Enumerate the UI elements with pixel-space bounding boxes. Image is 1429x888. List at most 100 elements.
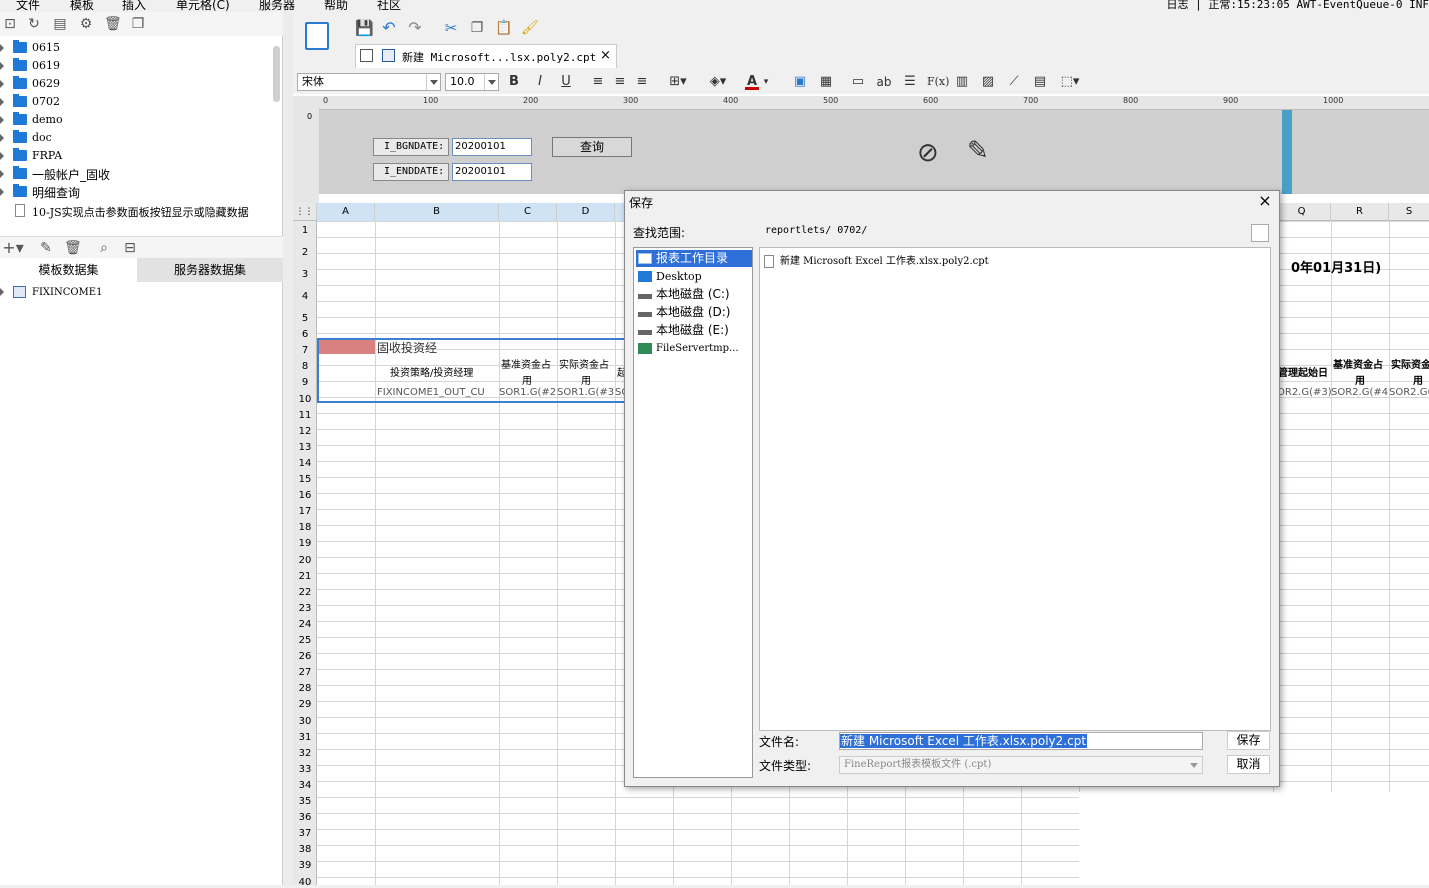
- place-drive-e[interactable]: 本地磁盘 (E:): [636, 322, 752, 339]
- row-number[interactable]: 5: [293, 313, 317, 324]
- copy-icon[interactable]: ❐: [469, 20, 485, 36]
- float-element-icon[interactable]: ⬚▾: [1057, 74, 1083, 90]
- template-icon[interactable]: ▤: [52, 16, 68, 32]
- expand-arrow-icon[interactable]: [0, 79, 6, 89]
- new-folder-icon[interactable]: [1251, 224, 1269, 242]
- panel-splitter[interactable]: [283, 12, 293, 885]
- font-family-select[interactable]: 宋体: [297, 73, 441, 91]
- row-number[interactable]: 6: [293, 329, 317, 340]
- font-size-select[interactable]: 10.0: [445, 73, 499, 91]
- column-b[interactable]: B: [375, 203, 499, 221]
- format-painter-icon[interactable]: 🖌: [521, 20, 539, 36]
- expand-arrow-icon[interactable]: [0, 115, 6, 125]
- align-right-icon[interactable]: ≡: [633, 74, 651, 90]
- cancel-button[interactable]: 取消: [1227, 755, 1270, 774]
- template-tab[interactable]: 新建 Microsoft...lsx.poly2.cpt ×: [355, 44, 617, 68]
- row-number[interactable]: 18: [293, 522, 317, 533]
- undo-icon[interactable]: ↶: [381, 20, 397, 36]
- query-button[interactable]: 查询: [552, 137, 632, 157]
- tree-item[interactable]: 0702: [0, 93, 272, 111]
- menu-server[interactable]: 服务器: [259, 0, 295, 12]
- italic-button[interactable]: I: [531, 74, 549, 90]
- paste-icon[interactable]: 📋: [495, 20, 512, 36]
- add-dataset-icon[interactable]: +▾: [2, 240, 24, 256]
- border-icon[interactable]: ⊞▾: [665, 74, 691, 90]
- expand-arrow-icon[interactable]: [0, 187, 6, 197]
- menu-cell[interactable]: 单元格(C): [176, 0, 230, 12]
- place-drive-d[interactable]: 本地磁盘 (D:): [636, 304, 752, 321]
- row-number[interactable]: 16: [293, 490, 317, 501]
- row-number[interactable]: 15: [293, 474, 317, 485]
- enddate-input[interactable]: 20200101: [452, 163, 532, 181]
- redo-icon[interactable]: ↷: [407, 20, 423, 36]
- filetype-select[interactable]: FineReport报表模板文件 (.cpt): [839, 756, 1203, 774]
- save-icon[interactable]: 💾: [355, 20, 374, 36]
- expand-arrow-icon[interactable]: [0, 151, 6, 161]
- row-number[interactable]: 9: [293, 377, 317, 388]
- image-icon[interactable]: ▨: [979, 74, 997, 90]
- chevron-down-icon[interactable]: ▾: [761, 74, 771, 90]
- tree-item[interactable]: 0619: [0, 57, 272, 75]
- row-number[interactable]: 39: [293, 860, 317, 871]
- tab-template-dataset[interactable]: 模板数据集: [0, 258, 137, 282]
- expand-arrow-icon[interactable]: [0, 169, 6, 179]
- bold-button[interactable]: B: [505, 74, 523, 90]
- underline-button[interactable]: U: [557, 74, 575, 90]
- row-number[interactable]: 10: [293, 394, 317, 405]
- expand-arrow-icon[interactable]: [0, 133, 6, 143]
- row-number[interactable]: 29: [293, 699, 317, 710]
- dataset-item[interactable]: FIXINCOME1: [0, 284, 283, 302]
- cell-r9[interactable]: SOR2.G(#4): [1331, 387, 1389, 398]
- tree-item[interactable]: demo: [0, 111, 272, 129]
- font-color-button[interactable]: A: [745, 74, 759, 90]
- menu-template[interactable]: 模板: [70, 0, 94, 12]
- place-desktop[interactable]: Desktop: [636, 268, 752, 285]
- row-number[interactable]: 24: [293, 619, 317, 630]
- row-number[interactable]: 11: [293, 410, 317, 421]
- align-center-icon[interactable]: ≡: [611, 74, 629, 90]
- row-number[interactable]: 40: [293, 877, 317, 888]
- row-number[interactable]: 2: [293, 247, 317, 258]
- expand-arrow-icon[interactable]: [0, 288, 4, 296]
- column-s[interactable]: S: [1389, 203, 1429, 221]
- paragraph-icon[interactable]: ☰: [901, 74, 919, 90]
- close-tab-icon[interactable]: ×: [600, 48, 611, 63]
- tree-item[interactable]: FRPA: [0, 147, 272, 165]
- tree-item[interactable]: 明细查询: [0, 183, 272, 201]
- row-number[interactable]: 28: [293, 683, 317, 694]
- column-d[interactable]: D: [557, 203, 615, 221]
- text-field-icon[interactable]: ▭: [849, 74, 867, 90]
- row-number[interactable]: 36: [293, 812, 317, 823]
- tree-scrollbar[interactable]: [273, 46, 280, 102]
- preview-icon[interactable]: ⌕: [96, 240, 112, 256]
- eye-off-icon[interactable]: ⊘: [917, 138, 939, 168]
- new-folder-icon[interactable]: ⊡: [2, 16, 18, 32]
- row-number[interactable]: 35: [293, 796, 317, 807]
- column-c[interactable]: C: [499, 203, 557, 221]
- close-icon[interactable]: ×: [1257, 193, 1273, 210]
- delete-icon[interactable]: 🗑: [104, 16, 122, 32]
- cell-s9[interactable]: SOR2.G(: [1389, 387, 1429, 398]
- row-number[interactable]: 19: [293, 538, 317, 549]
- expand-arrow-icon[interactable]: [0, 97, 6, 107]
- row-number[interactable]: 23: [293, 603, 317, 614]
- row-number[interactable]: 31: [293, 732, 317, 743]
- copy-icon[interactable]: ❐: [130, 16, 146, 32]
- menu-file[interactable]: 文件: [16, 0, 40, 12]
- row-number[interactable]: 7: [293, 345, 317, 356]
- align-left-icon[interactable]: ≡: [589, 74, 607, 90]
- row-number[interactable]: 14: [293, 458, 317, 469]
- formula-button[interactable]: F(x): [927, 74, 949, 90]
- row-number[interactable]: 27: [293, 667, 317, 678]
- row-number[interactable]: 17: [293, 506, 317, 517]
- expand-arrow-icon[interactable]: [0, 43, 6, 53]
- column-r[interactable]: R: [1331, 203, 1389, 221]
- tree-item[interactable]: 10-JS实现点击参数面板按钮显示或隐藏数据: [0, 202, 272, 220]
- column-q[interactable]: Q: [1273, 203, 1331, 221]
- row-number[interactable]: 3: [293, 269, 317, 280]
- sub-report-icon[interactable]: ▤: [1031, 74, 1049, 90]
- cell-b9[interactable]: FIXINCOME1_OUT_CU: [377, 387, 499, 398]
- row-number[interactable]: 1: [293, 225, 317, 236]
- row-number[interactable]: 30: [293, 716, 317, 727]
- cell-q9[interactable]: OR2.G(#3): [1277, 387, 1331, 398]
